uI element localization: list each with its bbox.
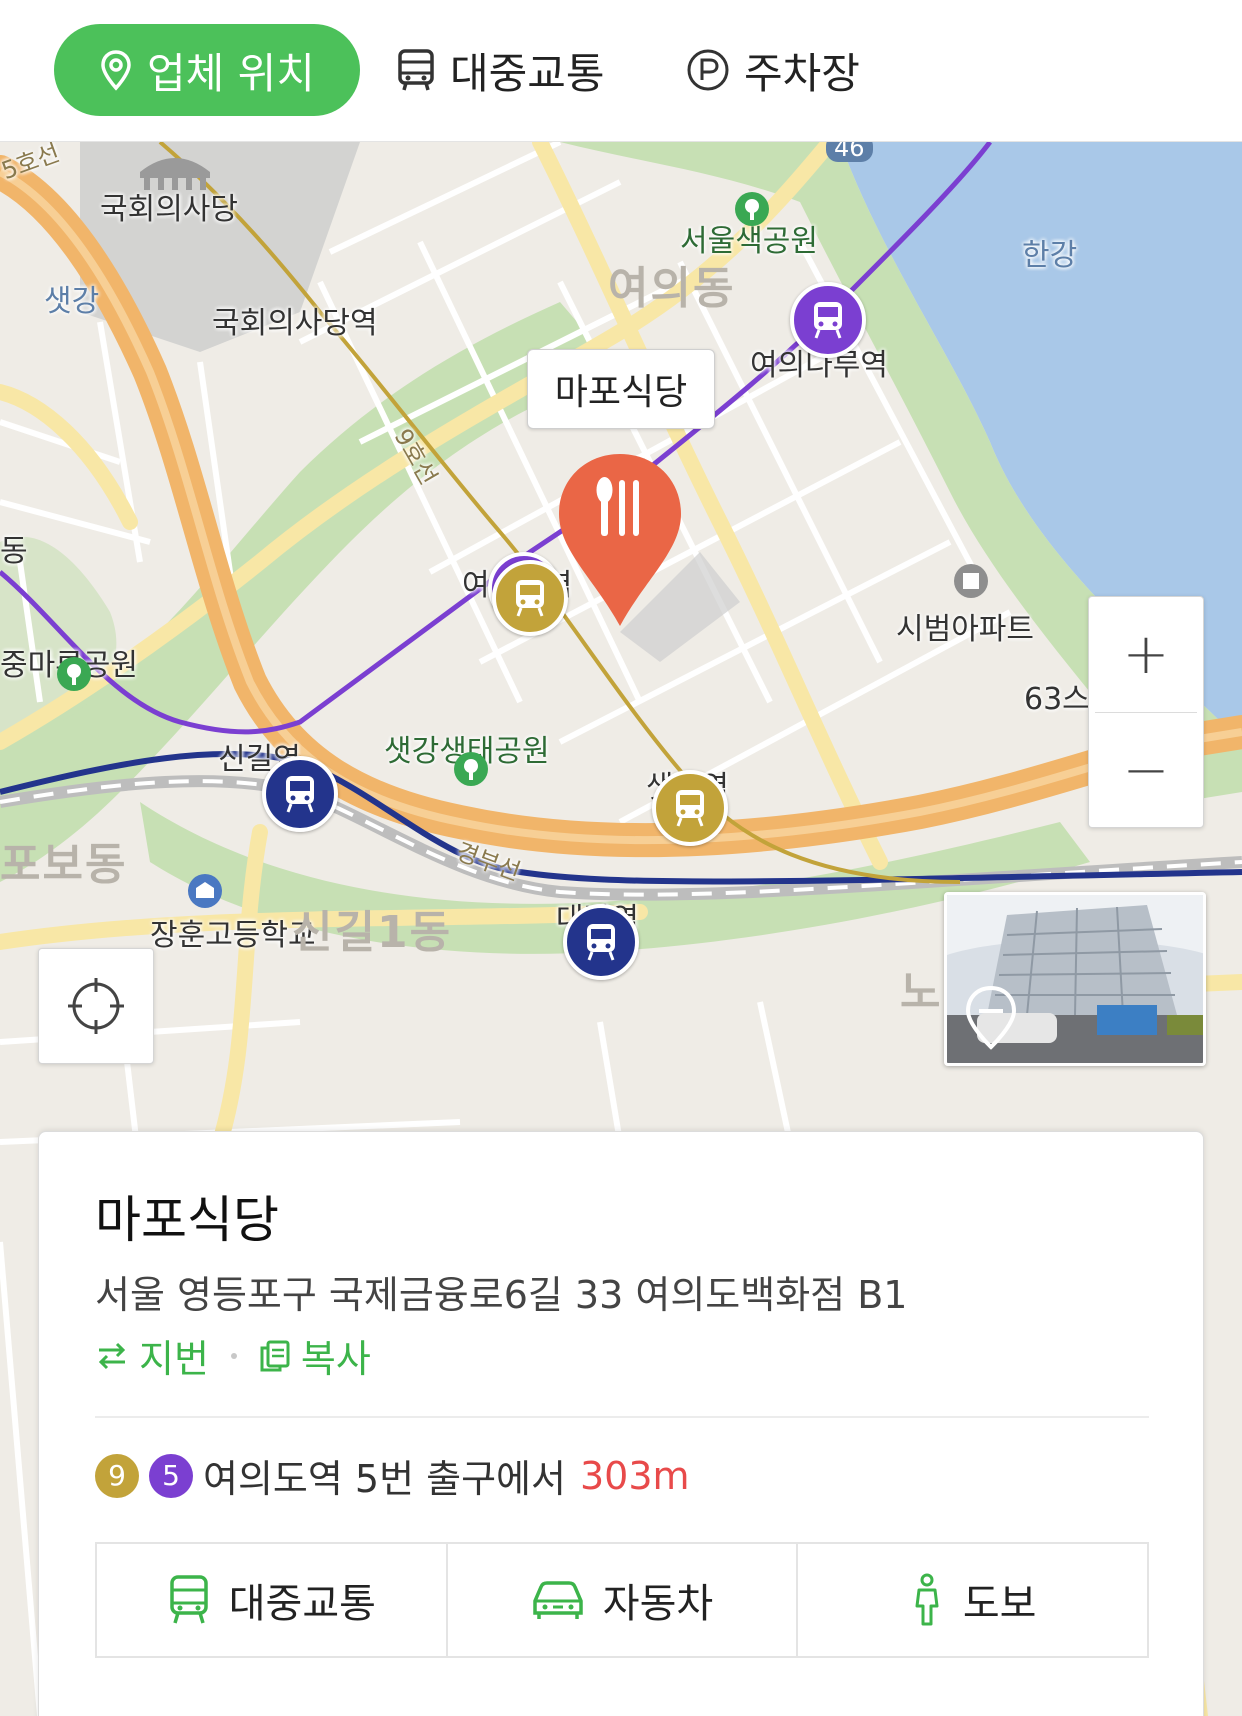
subway-station-yeouinaru[interactable] [790, 282, 866, 358]
subway-icon [516, 580, 544, 617]
subway-station-daebang[interactable] [563, 904, 639, 980]
zoom-in-button[interactable]: + [1089, 597, 1203, 712]
directions-walk-button[interactable]: 도보 [798, 1544, 1147, 1656]
zoom-control: + − [1088, 596, 1204, 828]
directions-label: 도보 [962, 1581, 1037, 1627]
park-icon [735, 192, 769, 226]
line-9-badge: 9 [95, 1453, 139, 1498]
park-icon [57, 657, 91, 691]
map-label-dong-left: 동 [0, 534, 28, 569]
jibun-button[interactable]: 지번 [95, 1328, 209, 1383]
subway-station-saetgang[interactable] [652, 770, 728, 846]
tab-business-location[interactable]: 업체 위치 [54, 24, 360, 116]
directions-transit-button[interactable]: 대중교통 [97, 1544, 448, 1656]
national-assembly-icon [140, 158, 210, 190]
tab-label: 업체 위치 [147, 48, 315, 98]
place-callout[interactable]: 마포식당 [527, 349, 715, 429]
place-info-card: 마포식당 서울 영등포구 국제금융로6길 33 여의도백화점 B1 지번 복사 … [38, 1131, 1204, 1716]
directions-label: 자동차 [602, 1581, 714, 1627]
transit-text: 여의도역 5번 출구에서 [203, 1457, 566, 1501]
school-icon [188, 874, 222, 908]
swap-icon [98, 1342, 126, 1369]
card-divider [95, 1416, 1149, 1418]
place-name: 마포식당 [95, 1191, 279, 1249]
directions-bar: 대중교통 자동차 도보 [95, 1542, 1149, 1658]
copy-button[interactable]: 복사 [259, 1328, 371, 1383]
location-pin-icon [99, 49, 133, 91]
tab-public-transit[interactable]: 대중교통 [396, 24, 605, 116]
subway-icon [676, 790, 704, 827]
directions-car-button[interactable]: 자동차 [448, 1544, 799, 1656]
nearest-transit-info: 9 5 여의도역 5번 출구에서 303m [95, 1448, 690, 1503]
jibun-label: 지번 [139, 1337, 209, 1381]
map-label-route-46: 46 [826, 142, 873, 162]
copy-label: 복사 [300, 1337, 371, 1381]
line-5-badge: 5 [149, 1453, 193, 1498]
place-address: 서울 영등포구 국제금융로6길 33 여의도백화점 B1 [95, 1273, 908, 1317]
map-label-saetgang: 샛강 [44, 284, 100, 319]
directions-label: 대중교통 [228, 1581, 376, 1627]
address-actions: 지번 복사 [95, 1328, 371, 1383]
map-label-sibeom-apt: 시범아파트 [896, 612, 1034, 647]
map-label-hangang: 한강 [1022, 238, 1078, 273]
apartment-icon [954, 564, 988, 598]
subway-icon [286, 776, 314, 813]
map-label-high-school: 장훈고등학교 [150, 918, 316, 953]
tab-label: 주차장 [744, 48, 860, 98]
map-label-assembly-station: 국회의사당역 [212, 306, 378, 341]
tab-label: 대중교통 [450, 48, 605, 98]
subway-station-singil[interactable] [262, 756, 338, 832]
park-icon [454, 752, 488, 786]
parking-icon [686, 48, 730, 92]
copy-icon [260, 1340, 290, 1371]
map-label-po-dong: 포보동 [0, 839, 128, 890]
car-icon [533, 1581, 583, 1619]
map-label-singil1dong: 신길1동 [292, 907, 453, 958]
walk-icon [915, 1573, 939, 1626]
street-view-thumbnail[interactable] [944, 892, 1206, 1066]
separator-dot [230, 1352, 237, 1359]
location-tab-bar: 업체 위치 대중교통 주차장 [0, 0, 1242, 142]
map-label-yeouido-dong: 여의동 [608, 263, 736, 314]
transit-distance: 303m [579, 1453, 690, 1498]
subway-icon [587, 924, 615, 961]
current-location-button[interactable] [38, 948, 154, 1064]
bus-icon [396, 48, 436, 92]
street-view-pin-icon [965, 985, 1017, 1050]
tab-parking[interactable]: 주차장 [686, 24, 860, 116]
subway-icon [814, 302, 842, 339]
zoom-out-button[interactable]: − [1089, 713, 1203, 828]
crosshair-icon [68, 978, 124, 1034]
bus-icon [169, 1575, 208, 1624]
restaurant-pin-icon[interactable] [555, 450, 685, 630]
